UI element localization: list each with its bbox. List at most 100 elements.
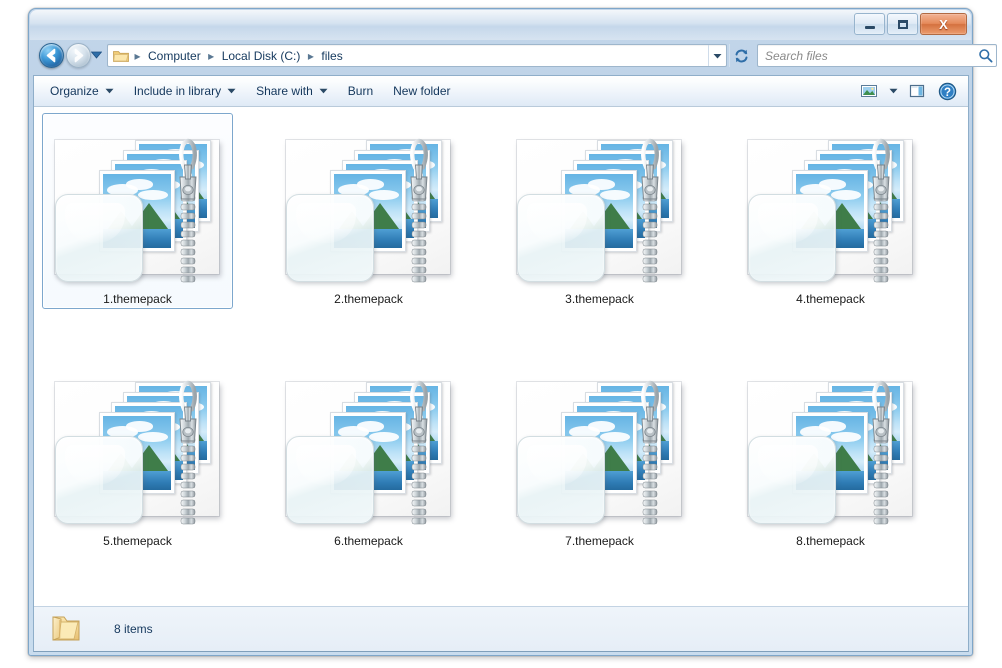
toolbar-organize-button[interactable]: Organize <box>40 79 124 103</box>
themepack-card <box>55 140 219 274</box>
themepack-card <box>286 382 450 516</box>
themepack-icon <box>284 378 454 526</box>
maximize-button[interactable] <box>887 13 918 35</box>
themepack-icon <box>515 136 685 284</box>
file-item[interactable]: 4.themepack <box>735 113 926 309</box>
chevron-down-icon[interactable] <box>884 78 902 104</box>
themepack-card <box>55 382 219 516</box>
back-arrow-icon <box>40 44 63 67</box>
glass-square <box>55 436 143 524</box>
command-bar: Organize Include in library Share with B… <box>34 76 968 107</box>
help-icon[interactable]: ? <box>932 78 962 104</box>
refresh-button[interactable] <box>729 44 752 67</box>
file-item[interactable]: 5.themepack <box>42 355 233 551</box>
title-bar: X <box>29 9 972 39</box>
file-grid: 1.themepack 2.themepack 3.themepack 4.theme… <box>42 113 968 597</box>
file-item[interactable]: 3.themepack <box>504 113 695 309</box>
file-item[interactable]: 6.themepack <box>273 355 464 551</box>
themepack-icon <box>515 378 685 526</box>
close-button[interactable]: X <box>920 13 967 35</box>
minimize-button[interactable] <box>854 13 885 35</box>
toolbar-include-in-library-label: Include in library <box>134 84 221 98</box>
toolbar-burn-button[interactable]: Burn <box>338 79 383 103</box>
file-list-view[interactable]: 1.themepack 2.themepack 3.themepack 4.theme… <box>34 107 968 609</box>
status-item-count: 8 items <box>114 622 153 636</box>
file-item[interactable]: 2.themepack <box>273 113 464 309</box>
search-icon[interactable] <box>974 48 996 63</box>
breadcrumb-item-local-disk[interactable]: Local Disk (C:) <box>218 47 305 65</box>
breadcrumb-item-files[interactable]: files <box>317 47 346 65</box>
close-icon: X <box>921 14 966 34</box>
search-input[interactable] <box>758 49 974 63</box>
glass-square <box>286 436 374 524</box>
maximize-icon <box>888 14 917 34</box>
file-name-label: 2.themepack <box>334 292 403 306</box>
toolbar-organize-label: Organize <box>50 84 99 98</box>
themepack-card <box>748 382 912 516</box>
toolbar-share-with-label: Share with <box>256 84 313 98</box>
zipper-icon <box>173 379 203 529</box>
file-name-label: 1.themepack <box>103 292 172 306</box>
glass-square <box>748 194 836 282</box>
toolbar-include-in-library-button[interactable]: Include in library <box>124 79 246 103</box>
chevron-down-icon <box>105 88 114 94</box>
glass-square <box>55 194 143 282</box>
toolbar-new-folder-button[interactable]: New folder <box>383 79 460 103</box>
change-view-icon[interactable] <box>854 78 884 104</box>
themepack-card <box>286 140 450 274</box>
breadcrumb-item-computer[interactable]: Computer <box>144 47 205 65</box>
chevron-down-icon <box>227 88 236 94</box>
themepack-icon <box>746 136 916 284</box>
themepack-card <box>517 140 681 274</box>
forward-arrow-icon <box>67 44 90 67</box>
toolbar-share-with-button[interactable]: Share with <box>246 79 338 103</box>
glass-square <box>517 194 605 282</box>
zipper-icon <box>866 137 896 287</box>
file-name-label: 7.themepack <box>565 534 634 548</box>
breadcrumb-separator[interactable]: ▸ <box>131 49 144 63</box>
minimize-icon <box>855 14 884 34</box>
file-item[interactable]: 7.themepack <box>504 355 695 551</box>
zipper-icon <box>635 379 665 529</box>
breadcrumb-separator[interactable]: ▸ <box>205 49 218 63</box>
recent-pages-chevron-icon[interactable] <box>91 51 102 59</box>
close-glyph: X <box>939 18 948 31</box>
file-item[interactable]: 1.themepack <box>42 113 233 309</box>
svg-text:?: ? <box>943 87 950 99</box>
file-name-label: 3.themepack <box>565 292 634 306</box>
explorer-window: X <box>28 8 973 656</box>
zipper-icon <box>866 379 896 529</box>
chevron-down-icon <box>319 88 328 94</box>
folder-icon <box>113 49 129 63</box>
file-name-label: 4.themepack <box>796 292 865 306</box>
themepack-icon <box>53 378 223 526</box>
themepack-card <box>748 140 912 274</box>
file-name-label: 6.themepack <box>334 534 403 548</box>
window-controls: X <box>854 13 967 35</box>
file-item[interactable]: 8.themepack <box>735 355 926 551</box>
breadcrumb-separator[interactable]: ▸ <box>304 49 317 63</box>
preview-pane-icon[interactable] <box>902 78 932 104</box>
search-box[interactable] <box>757 44 997 67</box>
address-bar-row: ▸ Computer ▸ Local Disk (C:) ▸ files <box>29 39 972 75</box>
forward-button[interactable] <box>66 43 91 68</box>
breadcrumb: ▸ Computer ▸ Local Disk (C:) ▸ files <box>108 47 708 65</box>
address-bar[interactable]: ▸ Computer ▸ Local Disk (C:) ▸ files <box>107 44 727 67</box>
chevron-down-icon <box>713 53 722 59</box>
themepack-icon <box>746 378 916 526</box>
address-dropdown-button[interactable] <box>708 45 726 66</box>
toolbar-right-group: ? <box>854 76 962 106</box>
back-button[interactable] <box>39 43 64 68</box>
toolbar-new-folder-label: New folder <box>393 84 450 98</box>
zipper-icon <box>404 137 434 287</box>
themepack-icon <box>53 136 223 284</box>
glass-square <box>748 436 836 524</box>
zipper-icon <box>635 137 665 287</box>
file-name-label: 8.themepack <box>796 534 865 548</box>
themepack-card <box>517 382 681 516</box>
status-bar: 8 items <box>34 606 968 651</box>
zipper-icon <box>404 379 434 529</box>
folder-icon <box>48 613 84 645</box>
themepack-icon <box>284 136 454 284</box>
client-area: Organize Include in library Share with B… <box>33 75 969 652</box>
